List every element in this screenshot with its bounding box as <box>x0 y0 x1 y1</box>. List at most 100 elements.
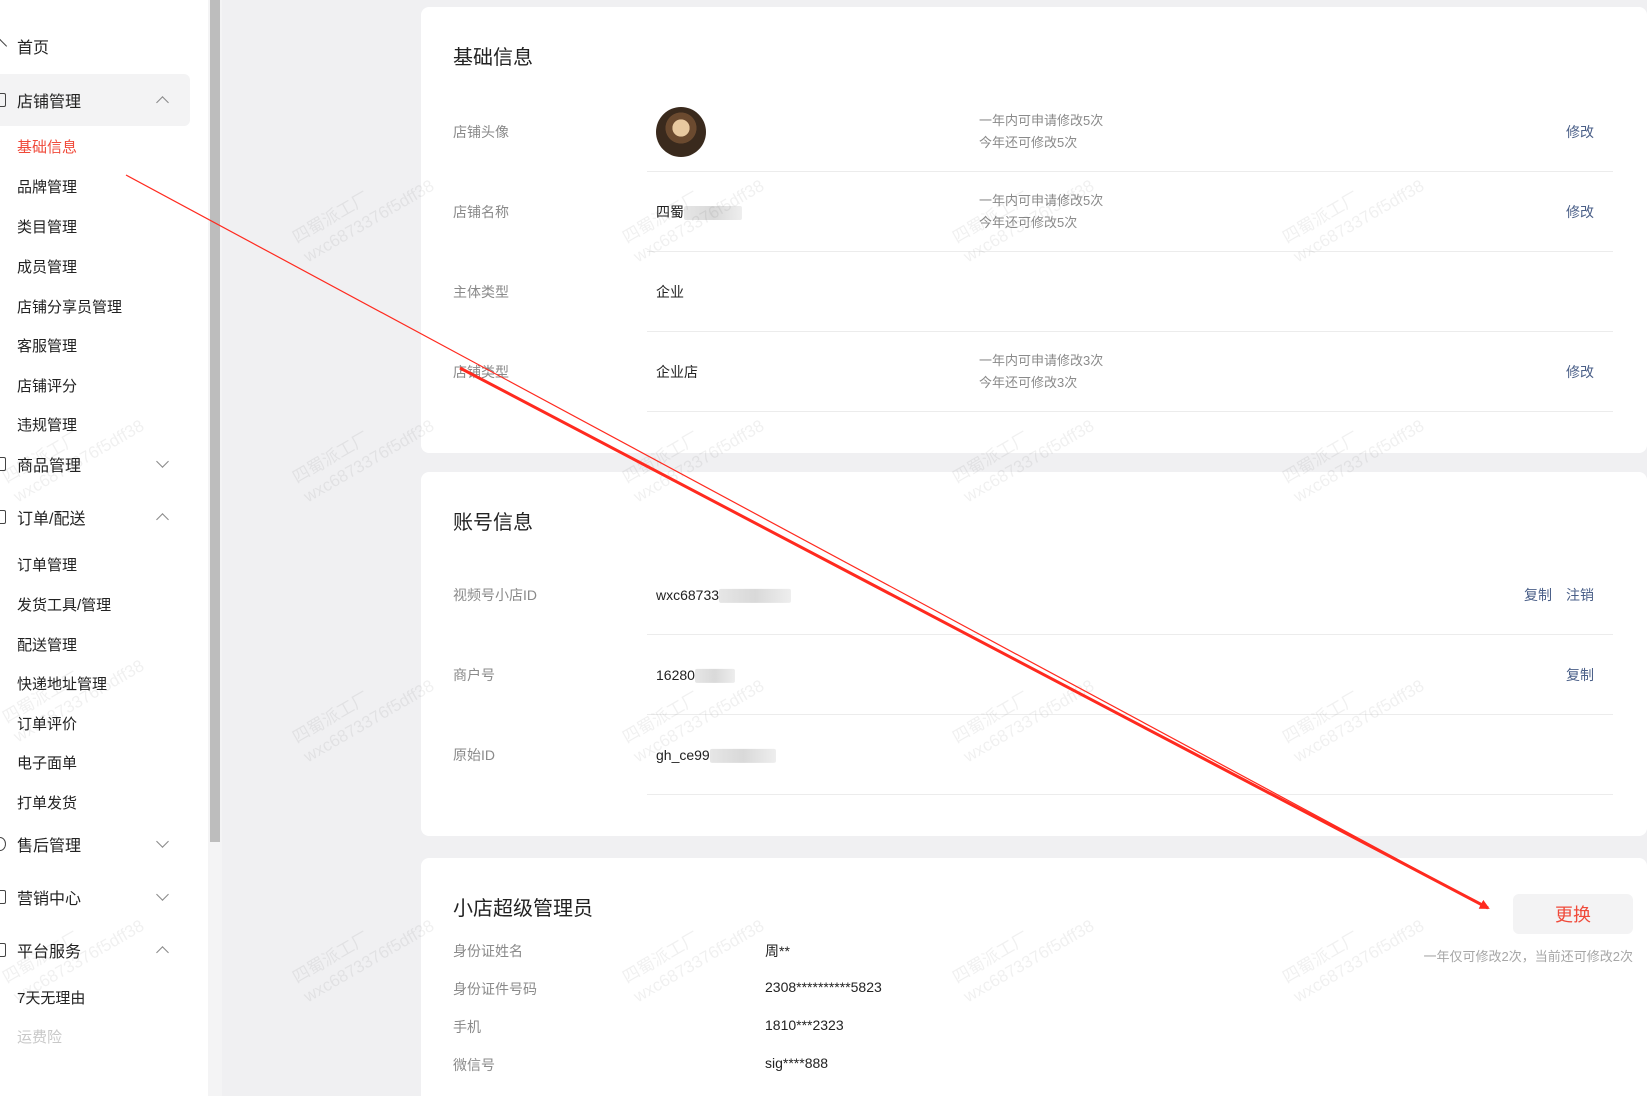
watermark: 四蜀派工厂 wxc6873376f5dff38 <box>289 676 438 767</box>
deregister-link[interactable]: 注销 <box>1566 585 1594 605</box>
row-value: sig****888 <box>765 1055 829 1071</box>
sidebar-item-e-waybill[interactable]: 电子面单 <box>17 752 77 773</box>
row-actions: 复制 <box>1566 665 1594 685</box>
redaction-blur <box>709 749 776 764</box>
row-actions: 修改 <box>1566 202 1594 222</box>
row-value: 四蜀 <box>656 202 742 222</box>
row-label: 主体类型 <box>453 284 509 300</box>
row-note-line: 一年内可申请修改5次 <box>979 193 1104 208</box>
sidebar-item-freight-insurance[interactable]: 运费险 <box>17 1026 62 1047</box>
edit-name-link[interactable]: 修改 <box>1566 202 1594 222</box>
sidebar-group-label: 店铺管理 <box>17 94 82 111</box>
sidebar-item-shipping-tools[interactable]: 发货工具/管理 <box>17 594 111 615</box>
sidebar-group-aftersale[interactable]: 售后管理 <box>0 818 190 870</box>
row-note-line: 一年内可申请修改5次 <box>979 113 1104 128</box>
sidebar-item-brand[interactable]: 品牌管理 <box>17 176 77 197</box>
sidebar-item-delivery[interactable]: 配送管理 <box>17 634 77 655</box>
scrollbar-thumb[interactable] <box>210 0 220 842</box>
row-actions: 复制 注销 <box>1524 585 1594 605</box>
row-value: wxc68733 <box>656 586 792 604</box>
row-label: 身份证件号码 <box>453 981 537 997</box>
redaction-blur <box>684 206 742 221</box>
sidebar-item-violations[interactable]: 违规管理 <box>17 414 77 435</box>
admin-change-note: 一年仅可修改2次，当前还可修改2次 <box>1423 949 1633 964</box>
redaction-blur <box>694 669 735 684</box>
row-value: 企业 <box>656 284 684 300</box>
sidebar-group-store[interactable]: 店铺管理 <box>0 74 190 126</box>
copy-shop-id-link[interactable]: 复制 <box>1524 585 1552 605</box>
sidebar-item-addresses[interactable]: 快递地址管理 <box>17 673 107 694</box>
row-note-line: 一年内可申请修改3次 <box>979 353 1104 368</box>
sidebar-item-sharers[interactable]: 店铺分享员管理 <box>17 296 122 317</box>
super-admin-card: 小店超级管理员 更换 一年仅可修改2次，当前还可修改2次 身份证姓名 周** 身… <box>421 858 1647 1096</box>
sidebar-item-home[interactable]: 首页 <box>0 20 190 72</box>
divider <box>647 794 1613 795</box>
row-value: gh_ce99 <box>656 746 776 764</box>
basic-info-card: 基础信息 店铺头像 一年内可申请修改5次 今年还可修改5次 修改 店铺名称 四蜀… <box>421 7 1647 453</box>
card-title: 基础信息 <box>453 47 533 69</box>
row-actions: 修改 <box>1566 122 1594 142</box>
row-wechat: 微信号 sig****888 <box>453 1055 1253 1075</box>
chevron-up-icon <box>156 945 169 959</box>
row-store-type: 店铺类型 企业店 一年内可申请修改3次 今年还可修改3次 修改 <box>421 332 1647 412</box>
divider <box>647 411 1613 412</box>
sidebar-group-platform[interactable]: 平台服务 <box>0 924 190 976</box>
card-title: 小店超级管理员 <box>453 898 593 920</box>
sidebar-item-members[interactable]: 成员管理 <box>17 256 77 277</box>
sidebar-item-7day-return[interactable]: 7天无理由 <box>17 987 85 1008</box>
sidebar-group-label: 商品管理 <box>17 458 82 475</box>
watermark: 四蜀派工厂 wxc6873376f5dff38 <box>289 416 438 507</box>
chevron-down-icon <box>156 888 169 901</box>
shop-id-value: wxc68733 <box>656 586 720 603</box>
row-label: 微信号 <box>453 1057 495 1073</box>
sidebar-group-label: 平台服务 <box>17 944 82 961</box>
card-title: 账号信息 <box>453 512 533 534</box>
row-note-line: 今年还可修改5次 <box>979 135 1078 150</box>
sidebar-item-rating[interactable]: 店铺评分 <box>17 375 77 396</box>
watermark: 四蜀派工厂 wxc6873376f5dff38 <box>289 916 438 1007</box>
row-label: 身份证姓名 <box>453 943 523 959</box>
edit-store-type-link[interactable]: 修改 <box>1566 362 1594 382</box>
sidebar-item-label: 首页 <box>17 40 50 57</box>
store-name-value: 四蜀 <box>656 204 684 220</box>
row-actions: 修改 <box>1566 362 1594 382</box>
row-note: 一年内可申请修改5次 今年还可修改5次 <box>979 190 1103 234</box>
row-note: 一年内可申请修改5次 今年还可修改5次 <box>979 110 1103 154</box>
row-value: 2308**********5823 <box>765 979 882 995</box>
row-value: 周** <box>765 943 790 959</box>
change-admin-button[interactable]: 更换 <box>1513 894 1633 934</box>
row-value: 1810***2323 <box>765 1017 844 1033</box>
watermark: 四蜀派工厂 wxc6873376f5dff38 <box>289 176 438 267</box>
sidebar-group-label: 订单/配送 <box>17 511 86 528</box>
sidebar-scrollbar[interactable] <box>208 0 222 1096</box>
row-label: 手机 <box>453 1019 481 1035</box>
order-icon <box>0 510 6 524</box>
goods-icon <box>0 457 6 471</box>
sidebar-item-basic-info[interactable]: 基础信息 <box>17 136 77 157</box>
row-label: 商户号 <box>453 667 495 683</box>
original-id-value: gh_ce99 <box>656 746 710 763</box>
sidebar-group-label: 营销中心 <box>17 891 82 908</box>
edit-avatar-link[interactable]: 修改 <box>1566 122 1594 142</box>
chevron-up-icon <box>156 95 169 109</box>
row-shop-id: 视频号小店ID wxc68733 复制 注销 <box>421 555 1647 635</box>
row-label: 视频号小店ID <box>453 587 537 603</box>
row-phone: 手机 1810***2323 <box>453 1017 1253 1037</box>
row-id-number: 身份证件号码 2308**********5823 <box>453 979 1253 999</box>
sidebar-group-marketing[interactable]: 营销中心 <box>0 871 190 923</box>
sidebar-item-print-ship[interactable]: 打单发货 <box>17 792 77 813</box>
chevron-down-icon <box>156 455 169 468</box>
home-icon <box>0 38 8 54</box>
sidebar-group-order[interactable]: 订单/配送 <box>0 491 190 543</box>
marketing-icon <box>0 890 6 904</box>
sidebar-item-orders[interactable]: 订单管理 <box>17 554 77 575</box>
sidebar-item-order-reviews[interactable]: 订单评价 <box>17 713 77 734</box>
copy-merchant-id-link[interactable]: 复制 <box>1566 665 1594 685</box>
sidebar-item-category[interactable]: 类目管理 <box>17 216 77 237</box>
sidebar-group-goods[interactable]: 商品管理 <box>0 438 190 490</box>
chevron-up-icon <box>156 512 169 526</box>
row-id-name: 身份证姓名 周** <box>453 941 1253 961</box>
sidebar-item-customer-service[interactable]: 客服管理 <box>17 335 77 356</box>
row-note-line: 今年还可修改3次 <box>979 375 1078 390</box>
chevron-down-icon <box>156 835 169 848</box>
